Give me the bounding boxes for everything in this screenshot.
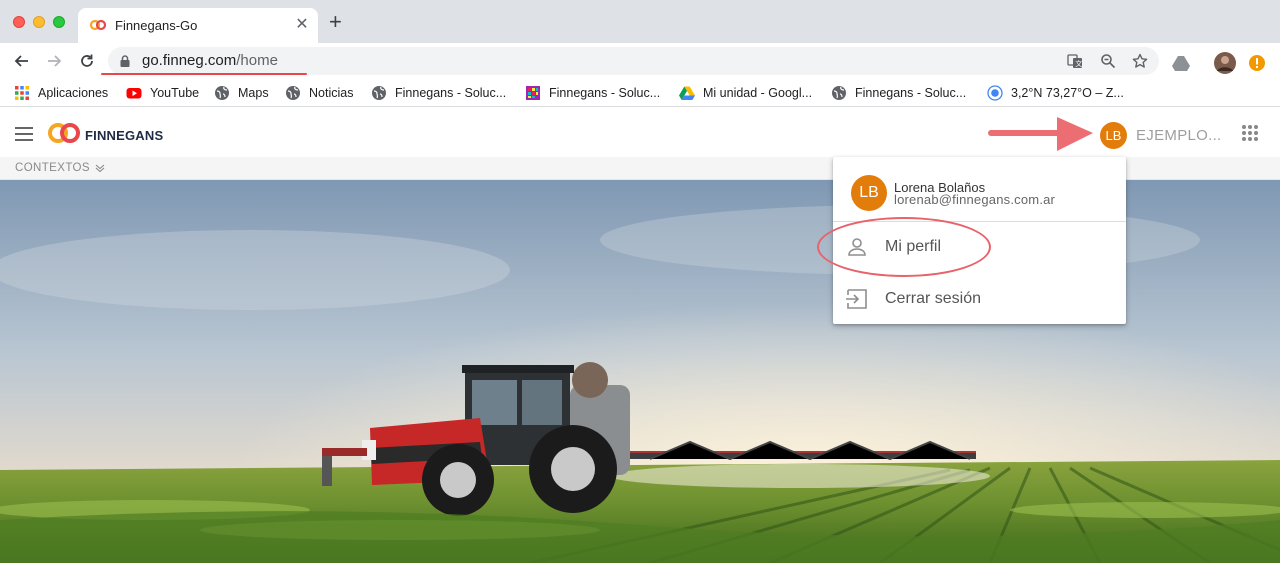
google-drive-icon xyxy=(679,86,695,100)
globe-icon xyxy=(286,86,300,100)
bookmark-finnegans-2[interactable]: Finnegans - Soluc... xyxy=(525,84,660,102)
reload-button[interactable] xyxy=(75,49,99,73)
bookmark-label: Finnegans - Soluc... xyxy=(395,86,507,100)
user-avatar-button[interactable]: LB xyxy=(1100,122,1127,149)
bookmark-location[interactable]: 3,2°N 73,27°O – Z... xyxy=(987,84,1124,102)
zoom-icon[interactable] xyxy=(1099,52,1117,70)
bookmark-noticias[interactable]: Noticias xyxy=(285,84,353,102)
globe-icon xyxy=(832,86,846,100)
bookmark-youtube[interactable]: YouTube xyxy=(126,84,199,102)
company-selector[interactable]: EJEMPLO... xyxy=(1136,127,1222,144)
update-alert-icon[interactable] xyxy=(1246,52,1268,74)
maximize-window-button[interactable] xyxy=(53,16,65,28)
url-path: /home xyxy=(236,52,278,69)
menu-item-cerrar-sesion[interactable]: Cerrar sesión xyxy=(833,275,1126,323)
browser-tab-strip: Finnegans-Go ✕ + xyxy=(0,0,1280,43)
location-icon xyxy=(987,85,1003,101)
close-window-button[interactable] xyxy=(13,16,25,28)
apps-launcher-icon[interactable] xyxy=(1242,125,1258,141)
contexts-dropdown[interactable]: CONTEXTOS xyxy=(15,162,105,174)
bookmark-finnegans-1[interactable]: Finnegans - Soluc... xyxy=(371,84,506,102)
menu-user-avatar: LB xyxy=(851,175,887,211)
logout-icon xyxy=(846,289,867,309)
bookmark-star-icon[interactable] xyxy=(1131,52,1149,70)
menu-user-initials: LB xyxy=(859,184,879,201)
new-tab-button[interactable]: + xyxy=(329,11,342,33)
annotation-arrow-icon xyxy=(988,117,1093,151)
bookmark-label: Mi unidad - Googl... xyxy=(703,86,813,100)
minimize-window-button[interactable] xyxy=(33,16,45,28)
user-email: lorenab@finnegans.com.ar xyxy=(894,192,1056,207)
url-host: go.finneg.com xyxy=(142,52,237,69)
finnegans-favicon-icon xyxy=(90,19,106,31)
bookmark-label: Finnegans - Soluc... xyxy=(855,86,967,100)
apps-grid-icon xyxy=(15,86,29,100)
finnegans-logo-icon xyxy=(48,123,80,143)
menu-item-label: Cerrar sesión xyxy=(885,290,982,307)
user-initials: LB xyxy=(1105,128,1122,143)
close-tab-icon[interactable]: ✕ xyxy=(292,14,312,34)
bookmark-mi-unidad[interactable]: Mi unidad - Googl... xyxy=(679,84,812,102)
bookmark-label: 3,2°N 73,27°O – Z... xyxy=(1011,86,1124,100)
profile-avatar-icon[interactable] xyxy=(1214,52,1236,74)
google-drive-extension-icon[interactable] xyxy=(1170,52,1192,74)
browser-tab[interactable]: Finnegans-Go ✕ xyxy=(78,8,318,43)
youtube-icon xyxy=(126,88,142,99)
tab-title: Finnegans-Go xyxy=(115,18,198,33)
url-text: go.finneg.com/home xyxy=(142,52,278,69)
menu-hamburger-icon[interactable] xyxy=(15,127,33,141)
back-button[interactable] xyxy=(10,49,34,73)
bookmark-aplicaciones[interactable]: Aplicaciones xyxy=(14,84,108,102)
bookmark-finnegans-3[interactable]: Finnegans - Soluc... xyxy=(831,84,966,102)
reload-icon xyxy=(81,54,93,67)
bookmark-label: Maps xyxy=(238,86,269,100)
bookmarks-bar: Aplicaciones YouTube Maps Noticias Finne… xyxy=(0,79,1280,107)
arrow-left-icon xyxy=(14,55,28,67)
lock-icon xyxy=(120,55,130,67)
bookmark-label: YouTube xyxy=(150,86,200,100)
forward-button[interactable] xyxy=(42,49,66,73)
finnegans-tile-icon xyxy=(526,86,540,100)
browser-toolbar: go.finneg.com/home 文 xyxy=(0,43,1280,79)
contexts-label: CONTEXTOS xyxy=(15,162,90,174)
svg-text:文: 文 xyxy=(1075,59,1082,68)
logo-text: FINNEGANS xyxy=(85,128,164,143)
address-bar[interactable]: go.finneg.com/home 文 xyxy=(108,47,1159,75)
annotation-highlight-ellipse xyxy=(817,217,991,277)
url-annotation-underline xyxy=(101,73,307,75)
bookmark-label: Finnegans - Soluc... xyxy=(549,86,661,100)
globe-icon xyxy=(215,86,229,100)
chevron-down-icon xyxy=(95,164,105,172)
arrow-right-icon xyxy=(48,55,62,67)
bookmark-label: Aplicaciones xyxy=(38,86,109,100)
globe-icon xyxy=(372,86,386,100)
bookmark-maps[interactable]: Maps xyxy=(214,84,269,102)
translate-icon[interactable]: 文 xyxy=(1066,52,1084,70)
bookmark-label: Noticias xyxy=(309,86,354,100)
